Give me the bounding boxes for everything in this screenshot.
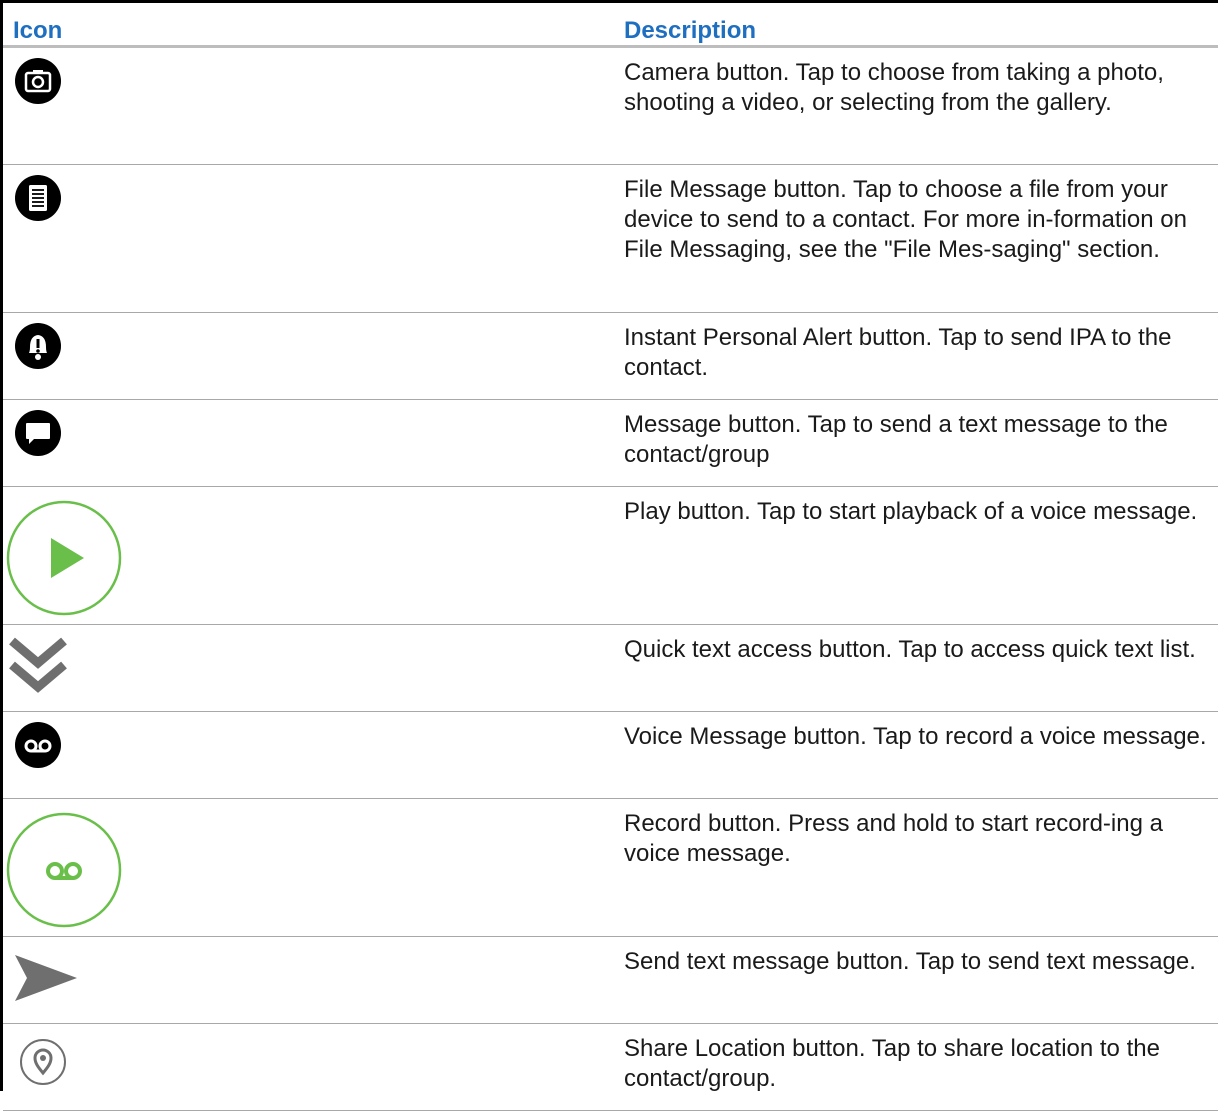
icon-cell <box>3 624 607 712</box>
icon-cell <box>3 798 607 937</box>
icon-cell <box>3 486 607 625</box>
description-cell: Play button. Tap to start playback of a … <box>607 486 1218 625</box>
icon-cell <box>3 164 607 313</box>
table-header-row: Icon Description <box>3 3 1218 48</box>
column-header-description: Description <box>607 3 1218 48</box>
record-icon <box>6 812 122 928</box>
icon-cell <box>3 1023 607 1111</box>
description-cell: Message button. Tap to send a text messa… <box>607 399 1218 487</box>
icon-cell <box>3 46 607 165</box>
icon-cell <box>3 711 607 799</box>
description-cell: Camera button. Tap to choose from taking… <box>607 46 1218 165</box>
description-cell: Record button. Press and hold to start r… <box>607 798 1218 937</box>
description-cell: Instant Personal Alert button. Tap to se… <box>607 312 1218 400</box>
table-row: File Message button. Tap to choose a fil… <box>3 164 1218 313</box>
send-icon <box>15 955 77 1001</box>
description-cell: Share Location button. Tap to share loca… <box>607 1023 1218 1111</box>
icon-description-table: Icon Description Camera button. Tap to c… <box>3 3 1218 1111</box>
table-row: Share Location button. Tap to share loca… <box>3 1023 1218 1111</box>
voice-message-icon <box>15 722 61 768</box>
icon-cell <box>3 936 607 1024</box>
icon-cell <box>3 399 607 487</box>
file-message-icon <box>15 175 61 221</box>
table-row: Instant Personal Alert button. Tap to se… <box>3 312 1218 400</box>
share-location-icon <box>20 1039 66 1085</box>
icon-cell <box>3 312 607 400</box>
camera-icon <box>15 58 61 104</box>
column-header-icon: Icon <box>3 3 607 48</box>
play-icon <box>6 500 122 616</box>
table-row: Quick text access button. Tap to access … <box>3 624 1218 712</box>
table-row: Send text message button. Tap to send te… <box>3 936 1218 1024</box>
table-row: Message button. Tap to send a text messa… <box>3 399 1218 487</box>
instant-personal-alert-icon <box>15 323 61 369</box>
description-cell: File Message button. Tap to choose a fil… <box>607 164 1218 313</box>
table-row: Record button. Press and hold to start r… <box>3 798 1218 937</box>
description-cell: Quick text access button. Tap to access … <box>607 624 1218 712</box>
description-cell: Send text message button. Tap to send te… <box>607 936 1218 1024</box>
description-cell: Voice Message button. Tap to record a vo… <box>607 711 1218 799</box>
message-icon <box>15 410 61 456</box>
table-row: Camera button. Tap to choose from taking… <box>3 46 1218 165</box>
table-row: Play button. Tap to start playback of a … <box>3 486 1218 625</box>
quick-text-chevron-icon <box>9 637 67 693</box>
table-row: Voice Message button. Tap to record a vo… <box>3 711 1218 799</box>
